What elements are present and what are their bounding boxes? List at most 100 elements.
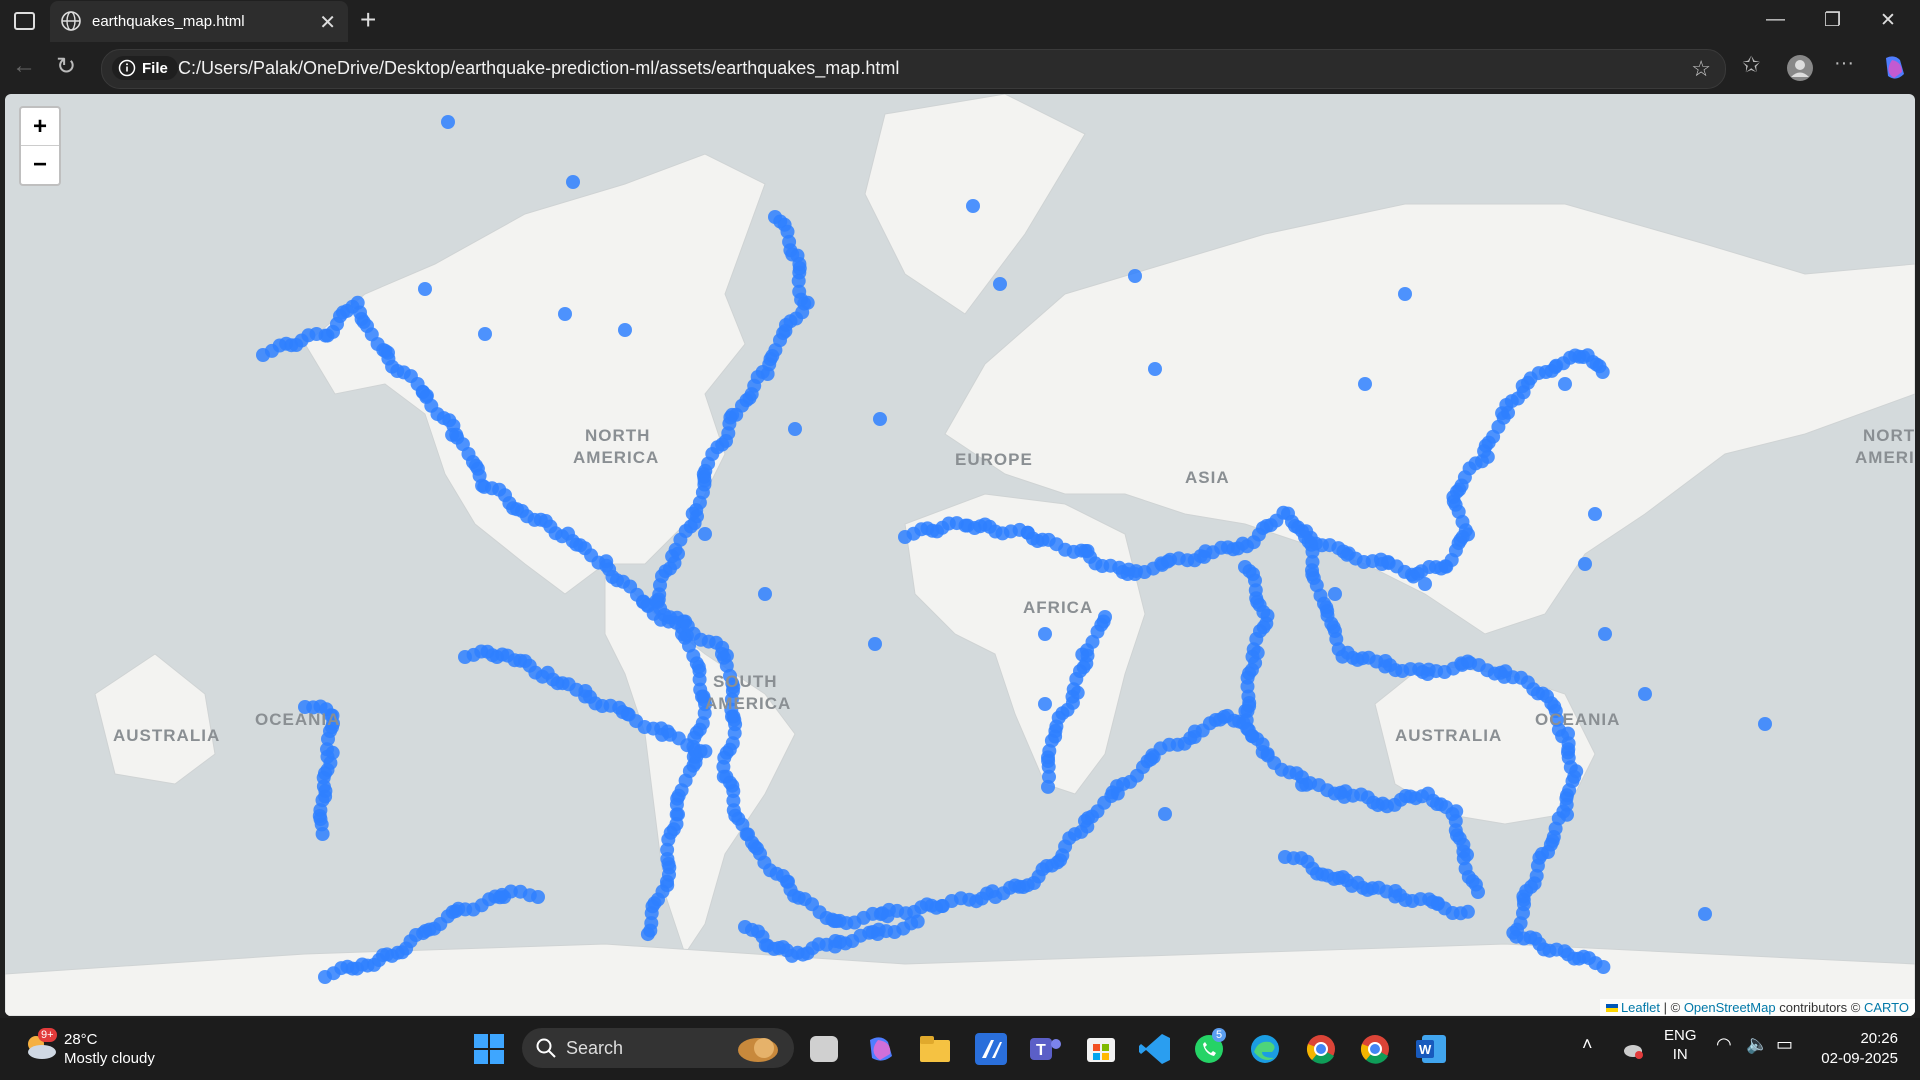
earthquake-marker[interactable] <box>698 744 713 759</box>
info-icon <box>118 59 136 77</box>
microsoft-store-icon[interactable] <box>1084 1032 1118 1066</box>
earthquake-marker[interactable] <box>531 890 545 904</box>
favorite-star-icon[interactable]: ☆ <box>1691 56 1711 82</box>
teams-icon[interactable]: T <box>1028 1032 1062 1066</box>
weather-temp: 28°C <box>64 1031 98 1048</box>
earthquake-marker[interactable] <box>1038 697 1052 711</box>
onedrive-icon[interactable] <box>1622 1038 1644 1060</box>
weather-desc: Mostly cloudy <box>64 1050 155 1067</box>
restore-icon[interactable]: ❐ <box>1824 9 1841 32</box>
earthquake-marker[interactable] <box>1128 269 1142 283</box>
earthquake-marker[interactable] <box>910 914 925 929</box>
search-highlight-icon <box>738 1038 778 1062</box>
earthquake-marker[interactable] <box>618 323 632 337</box>
clock-time: 20:26 <box>1860 1030 1898 1047</box>
earthquake-marker[interactable] <box>868 637 882 651</box>
land-layer <box>5 94 1915 1016</box>
earthquake-marker[interactable] <box>1038 627 1052 641</box>
back-icon[interactable]: ← <box>12 52 36 80</box>
taskbar-search[interactable]: Search <box>522 1028 794 1068</box>
earthquake-marker[interactable] <box>1460 904 1475 919</box>
lang-2: IN <box>1672 1046 1688 1063</box>
minimize-icon[interactable]: — <box>1766 9 1785 31</box>
address-bar[interactable]: File C:/Users/Palak/OneDrive/Desktop/ear… <box>101 49 1726 89</box>
attribution-sep: | © <box>1663 1000 1681 1015</box>
new-tab-icon[interactable]: + <box>360 4 376 36</box>
chrome-icon-1[interactable] <box>1304 1032 1338 1066</box>
zoom-out-button[interactable]: − <box>21 146 59 183</box>
earthquake-marker[interactable] <box>1598 627 1612 641</box>
earthquake-marker[interactable] <box>966 199 980 213</box>
earthquake-marker[interactable] <box>566 175 580 189</box>
earthquake-marker[interactable] <box>1041 779 1055 794</box>
favorites-icon[interactable]: ✩ <box>1742 52 1760 78</box>
map-canvas[interactable] <box>5 94 1915 1016</box>
battery-icon[interactable]: ▭ <box>1776 1034 1793 1055</box>
clock[interactable]: 20:26 02-09-2025 <box>1821 1029 1898 1069</box>
site-info-badge[interactable]: File <box>112 56 178 80</box>
earthquake-marker[interactable] <box>1595 365 1610 379</box>
start-windows-icon[interactable] <box>474 1034 504 1064</box>
carto-link[interactable]: CARTO <box>1864 1000 1909 1015</box>
volume-icon[interactable]: 🔈 <box>1746 1034 1768 1055</box>
earthquake-marker[interactable] <box>1578 557 1592 571</box>
search-label: Search <box>566 1038 624 1058</box>
edge-icon[interactable] <box>1248 1032 1282 1066</box>
wifi-icon[interactable]: ◠ <box>1716 1034 1732 1055</box>
earthquake-marker[interactable] <box>788 422 802 436</box>
url-text: C:/Users/Palak/OneDrive/Desktop/earthqua… <box>178 58 900 78</box>
earthquake-marker[interactable] <box>873 412 887 426</box>
earthquake-marker[interactable] <box>993 277 1007 291</box>
earthquake-marker[interactable] <box>1558 377 1572 391</box>
zoom-in-button[interactable]: + <box>21 108 59 146</box>
earthquake-marker[interactable] <box>478 327 492 341</box>
tab-bar: earthquakes_map.html ✕ + — ❐ ✕ <box>0 0 1920 42</box>
refresh-icon[interactable]: ↻ <box>56 52 76 81</box>
profile-avatar[interactable] <box>1786 54 1814 82</box>
taskbar: 9+ 28°C Mostly cloudy Search T 5 W ˄ ENG… <box>0 1018 1920 1080</box>
earthquake-marker[interactable] <box>1328 587 1342 601</box>
earthquake-marker[interactable] <box>418 282 432 296</box>
earthquake-marker[interactable] <box>640 927 655 942</box>
sidebar-toggle-icon[interactable] <box>14 12 35 30</box>
earthquake-marker[interactable] <box>1638 687 1652 701</box>
earthquake-marker[interactable] <box>1158 807 1172 821</box>
osm-link[interactable]: OpenStreetMap <box>1684 1000 1776 1015</box>
word-icon[interactable]: W <box>1414 1032 1448 1066</box>
earthquake-marker[interactable] <box>315 827 330 841</box>
app-icon-blue[interactable] <box>974 1032 1008 1066</box>
earthquake-marker[interactable] <box>1698 907 1712 921</box>
earthquake-marker[interactable] <box>441 115 455 129</box>
earthquake-marker[interactable] <box>1471 885 1485 899</box>
tab-close-icon[interactable]: ✕ <box>319 10 336 35</box>
earthquake-marker[interactable] <box>1596 960 1611 974</box>
earthquake-marker[interactable] <box>1148 362 1162 376</box>
file-explorer-icon[interactable] <box>918 1032 952 1066</box>
weather-badge: 9+ <box>38 1028 57 1042</box>
earthquake-marker[interactable] <box>1758 717 1772 731</box>
zoom-control: + − <box>19 106 61 186</box>
earthquake-marker[interactable] <box>1588 507 1602 521</box>
earthquake-marker[interactable] <box>1358 377 1372 391</box>
earthquake-marker[interactable] <box>1418 577 1432 591</box>
earthquake-map[interactable]: NORTH AMERICA SOUTH AMERICA AFRICA AUSTR… <box>5 94 1915 1016</box>
lang-1: ENG <box>1664 1027 1697 1044</box>
copilot-icon[interactable] <box>1880 54 1908 82</box>
tab-earthquakes-map[interactable]: earthquakes_map.html ✕ <box>50 1 348 42</box>
earthquake-marker[interactable] <box>1128 567 1142 581</box>
copilot-taskbar-icon[interactable] <box>864 1032 898 1066</box>
close-window-icon[interactable]: ✕ <box>1880 9 1896 32</box>
browser-chrome: earthquakes_map.html ✕ + — ❐ ✕ ← ↻ File … <box>0 0 1920 94</box>
leaflet-link[interactable]: Leaflet <box>1621 1000 1660 1015</box>
vscode-icon[interactable] <box>1138 1032 1172 1066</box>
earthquake-marker[interactable] <box>758 587 772 601</box>
chrome-icon-2[interactable] <box>1358 1032 1392 1066</box>
earthquake-marker[interactable] <box>558 307 572 321</box>
task-view-icon[interactable] <box>810 1036 838 1062</box>
earthquake-marker[interactable] <box>698 527 712 541</box>
ukraine-flag-icon <box>1605 1004 1618 1012</box>
tray-overflow-icon[interactable]: ˄ <box>1582 1034 1593 1055</box>
earthquake-marker[interactable] <box>1398 287 1412 301</box>
more-options-icon[interactable]: ··· <box>1834 52 1854 75</box>
language-indicator[interactable]: ENG IN <box>1664 1026 1697 1064</box>
